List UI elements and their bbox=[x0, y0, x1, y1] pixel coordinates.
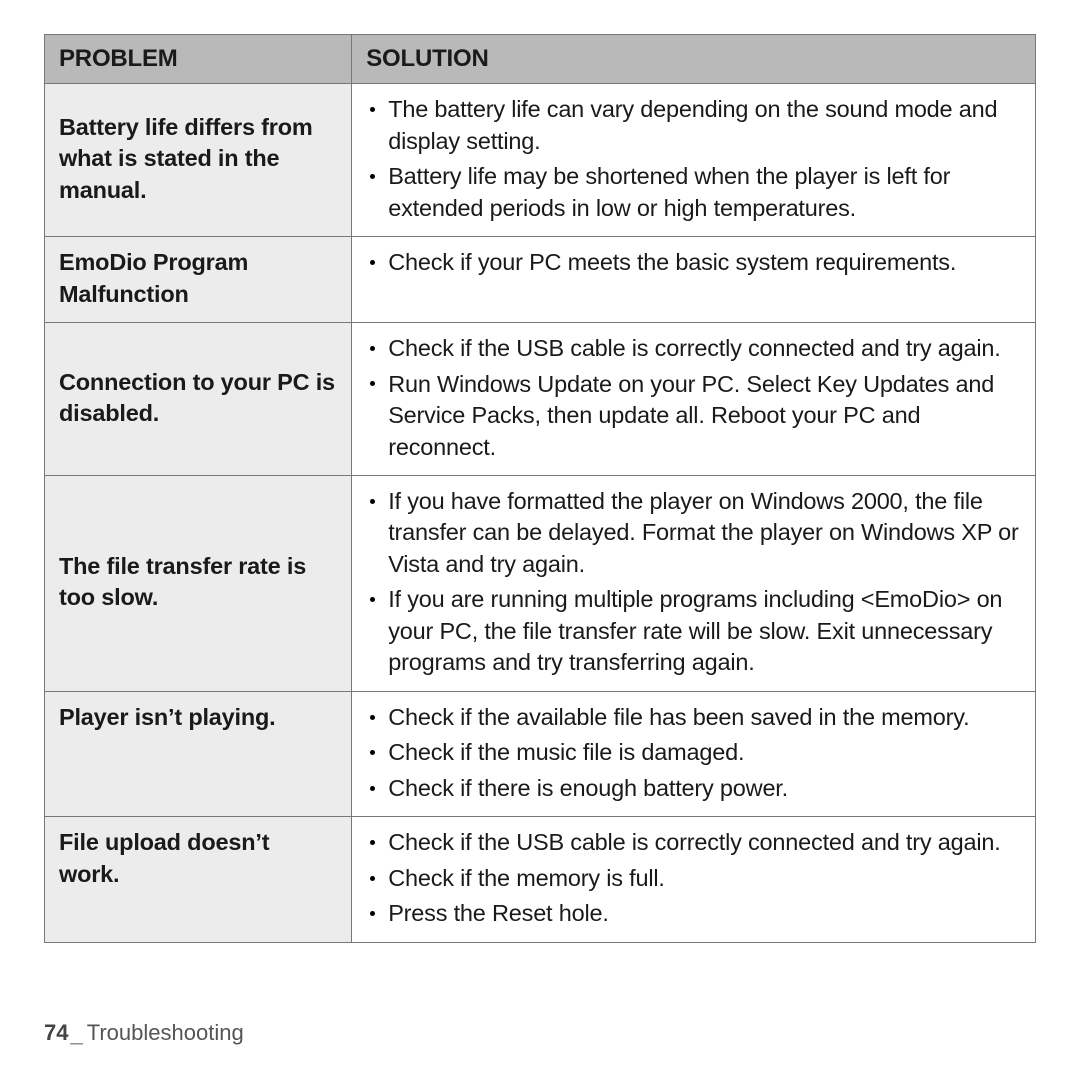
table-row: Player isn’t playing. Check if the avail… bbox=[45, 691, 1036, 816]
page-footer: 74_Troubleshooting bbox=[44, 1020, 244, 1046]
solution-item: Check if your PC meets the basic system … bbox=[388, 247, 1019, 278]
problem-cell: Player isn’t playing. bbox=[45, 691, 352, 816]
table-header-row: PROBLEM SOLUTION bbox=[45, 35, 1036, 84]
solution-item: The battery life can vary depending on t… bbox=[388, 94, 1019, 157]
table-row: EmoDio Program Malfunction Check if your… bbox=[45, 237, 1036, 323]
section-title: Troubleshooting bbox=[87, 1020, 244, 1045]
solution-item: Battery life may be shortened when the p… bbox=[388, 161, 1019, 224]
solution-item: Run Windows Update on your PC. Select Ke… bbox=[388, 369, 1019, 463]
problem-cell: Connection to your PC is disabled. bbox=[45, 323, 352, 476]
solution-item: Press the Reset hole. bbox=[388, 898, 1019, 929]
problem-cell: File upload doesn’t work. bbox=[45, 817, 352, 942]
solution-item: Check if the music file is damaged. bbox=[388, 737, 1019, 768]
header-problem: PROBLEM bbox=[45, 35, 352, 84]
page-number: 74 bbox=[44, 1020, 68, 1045]
table-row: Battery life differs from what is stated… bbox=[45, 84, 1036, 237]
solution-cell: If you have formatted the player on Wind… bbox=[352, 476, 1036, 692]
header-solution: SOLUTION bbox=[352, 35, 1036, 84]
solution-item: Check if there is enough battery power. bbox=[388, 773, 1019, 804]
solution-item: Check if the USB cable is correctly conn… bbox=[388, 827, 1019, 858]
table-row: File upload doesn’t work. Check if the U… bbox=[45, 817, 1036, 942]
problem-cell: Battery life differs from what is stated… bbox=[45, 84, 352, 237]
solution-item: Check if the USB cable is correctly conn… bbox=[388, 333, 1019, 364]
solution-cell: Check if the USB cable is correctly conn… bbox=[352, 817, 1036, 942]
table-row: Connection to your PC is disabled. Check… bbox=[45, 323, 1036, 476]
solution-cell: Check if your PC meets the basic system … bbox=[352, 237, 1036, 323]
solution-cell: Check if the available file has been sav… bbox=[352, 691, 1036, 816]
solution-item: If you have formatted the player on Wind… bbox=[388, 486, 1019, 580]
manual-page: PROBLEM SOLUTION Battery life differs fr… bbox=[0, 0, 1080, 1080]
solution-item: If you are running multiple programs inc… bbox=[388, 584, 1019, 678]
problem-cell: The file transfer rate is too slow. bbox=[45, 476, 352, 692]
solution-cell: Check if the USB cable is correctly conn… bbox=[352, 323, 1036, 476]
troubleshooting-table: PROBLEM SOLUTION Battery life differs fr… bbox=[44, 34, 1036, 943]
solution-item: Check if the available file has been sav… bbox=[388, 702, 1019, 733]
solution-item: Check if the memory is full. bbox=[388, 863, 1019, 894]
footer-separator: _ bbox=[68, 1020, 86, 1045]
table-row: The file transfer rate is too slow. If y… bbox=[45, 476, 1036, 692]
problem-cell: EmoDio Program Malfunction bbox=[45, 237, 352, 323]
solution-cell: The battery life can vary depending on t… bbox=[352, 84, 1036, 237]
